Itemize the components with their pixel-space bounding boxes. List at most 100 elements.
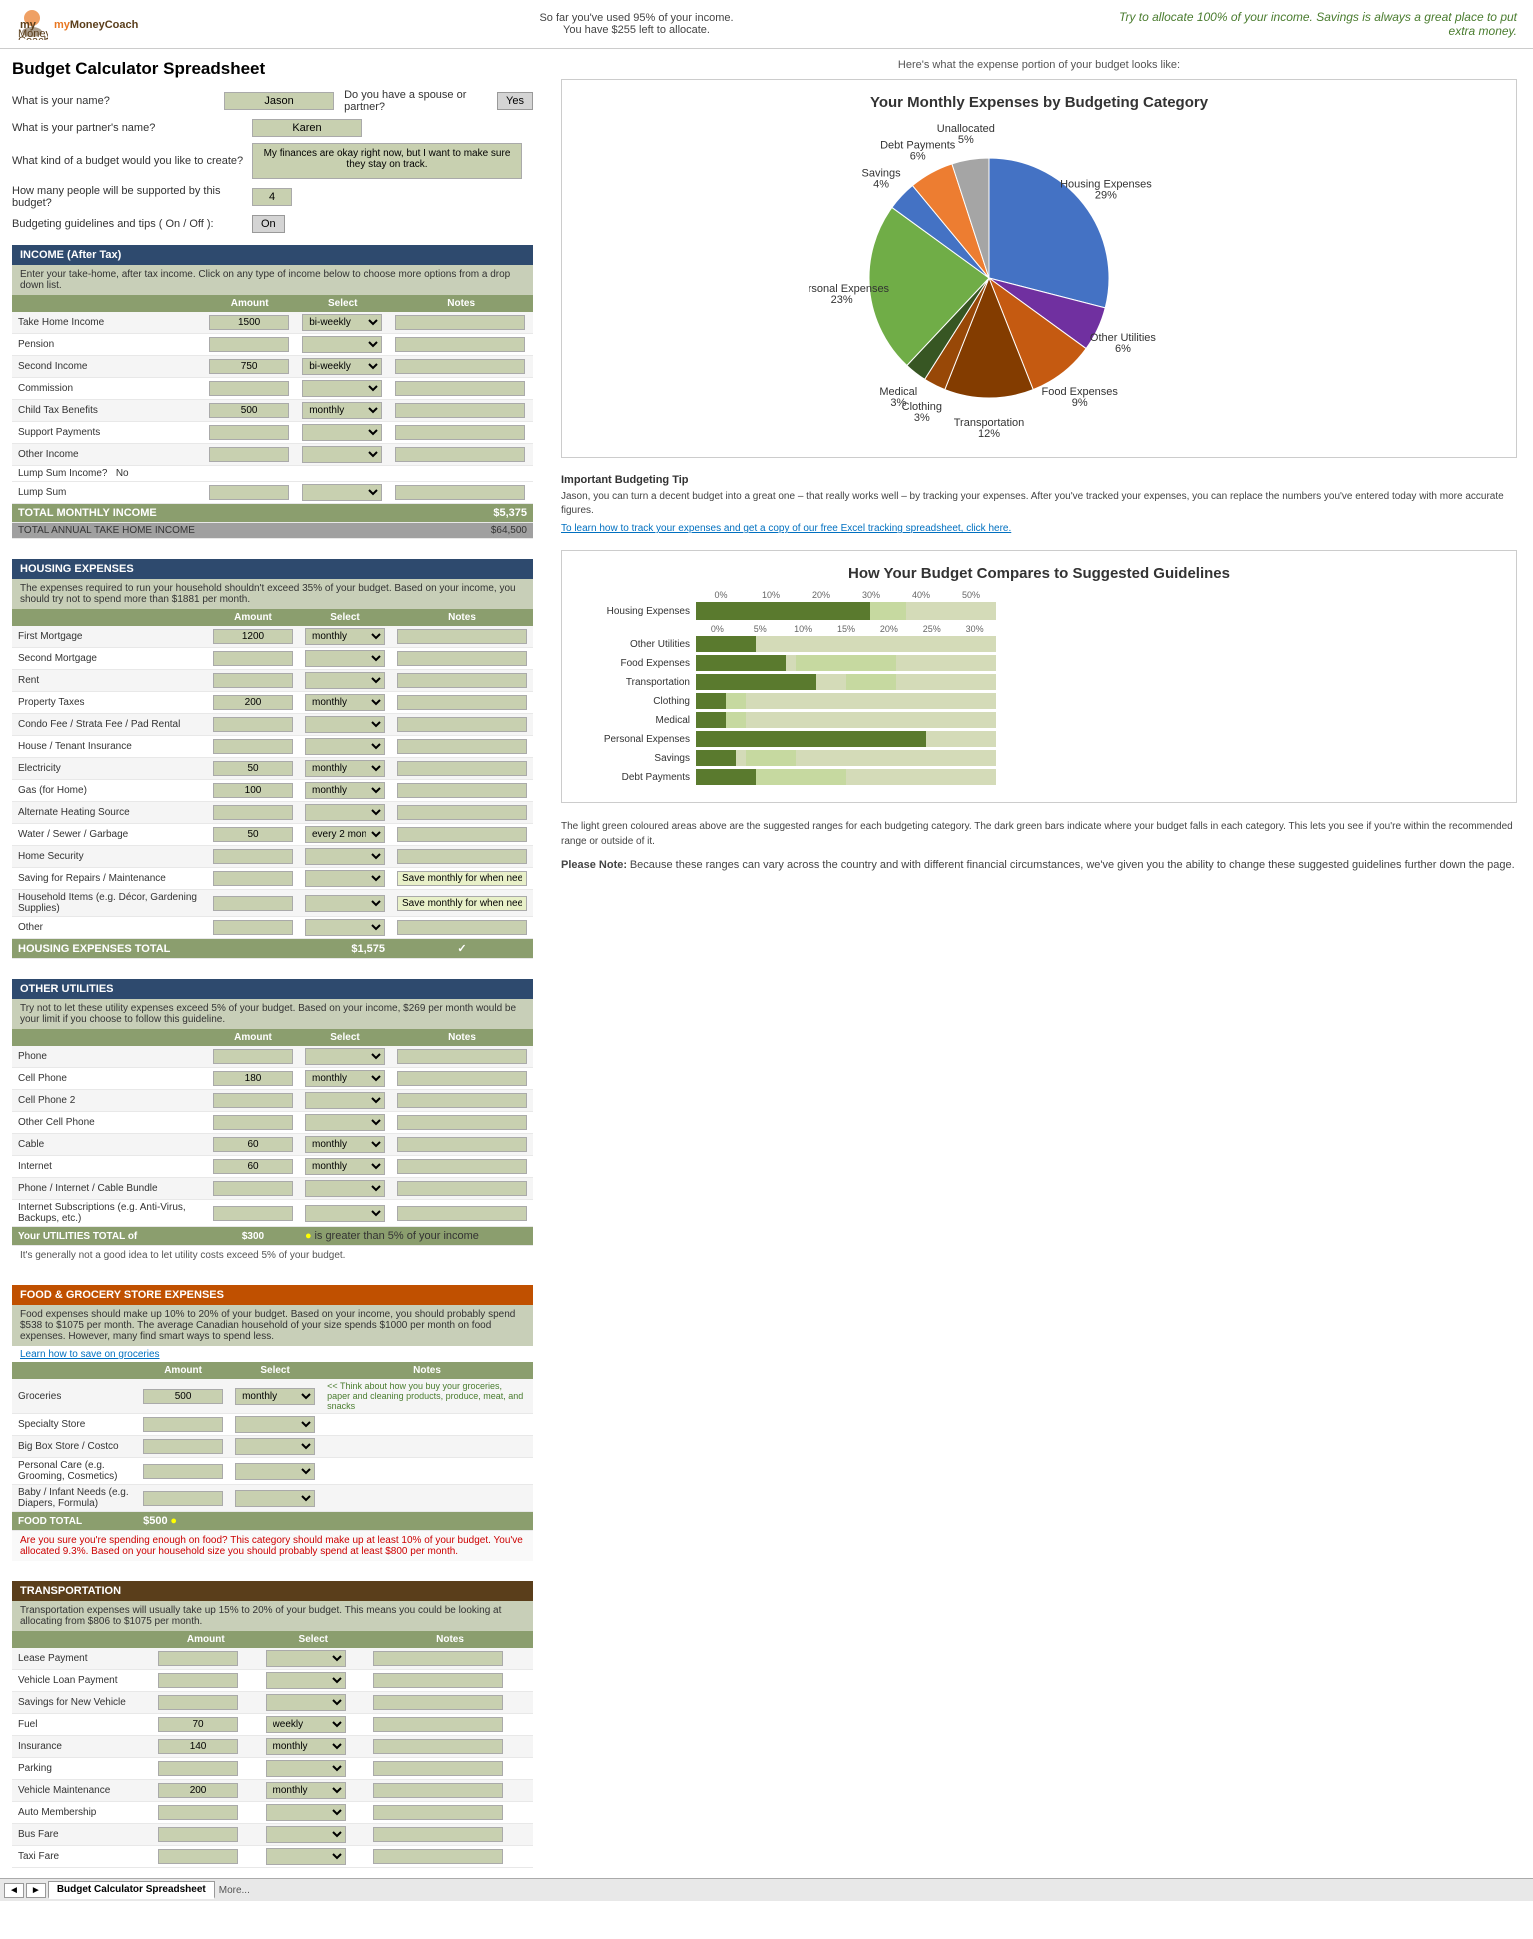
housing-note-input[interactable]: [397, 871, 527, 886]
income-note-input[interactable]: [395, 447, 525, 462]
housing-note-input[interactable]: [397, 783, 527, 798]
income-select[interactable]: [302, 336, 382, 353]
housing-select[interactable]: [305, 650, 385, 667]
income-amount-input[interactable]: [209, 425, 289, 440]
income-note-input[interactable]: [395, 425, 525, 440]
trans-note-input[interactable]: [373, 1805, 503, 1820]
guidelines-toggle[interactable]: On: [252, 215, 285, 233]
income-amount-input[interactable]: [209, 403, 289, 418]
util-note-input[interactable]: [397, 1159, 527, 1174]
trans-note-input[interactable]: [373, 1739, 503, 1754]
food-select[interactable]: monthly: [235, 1388, 315, 1405]
housing-note-input[interactable]: [397, 717, 527, 732]
housing-select[interactable]: monthly: [305, 694, 385, 711]
util-note-input[interactable]: [397, 1093, 527, 1108]
trans-select[interactable]: weekly: [266, 1716, 346, 1733]
trans-select[interactable]: [266, 1694, 346, 1711]
housing-note-input[interactable]: [397, 695, 527, 710]
trans-select[interactable]: monthly: [266, 1738, 346, 1755]
trans-amount-input[interactable]: [158, 1783, 238, 1798]
income-amount-input[interactable]: [209, 447, 289, 462]
trans-amount-input[interactable]: [158, 1805, 238, 1820]
lump-sum-select[interactable]: [302, 484, 382, 501]
income-select[interactable]: monthly: [302, 402, 382, 419]
trans-select[interactable]: [266, 1826, 346, 1843]
housing-amount-input[interactable]: [213, 739, 293, 754]
income-note-input[interactable]: [395, 337, 525, 352]
trans-amount-input[interactable]: [158, 1673, 238, 1688]
housing-amount-input[interactable]: [213, 896, 293, 911]
tab-active[interactable]: Budget Calculator Spreadsheet: [48, 1881, 215, 1899]
util-amount-input[interactable]: [213, 1071, 293, 1086]
yes-button[interactable]: Yes: [497, 92, 533, 110]
income-select[interactable]: [302, 380, 382, 397]
housing-select[interactable]: every 2 months: [305, 826, 385, 843]
lump-sum-note[interactable]: [395, 485, 525, 500]
housing-select[interactable]: [305, 672, 385, 689]
trans-amount-input[interactable]: [158, 1717, 238, 1732]
util-note-input[interactable]: [397, 1206, 527, 1221]
income-note-input[interactable]: [395, 381, 525, 396]
income-note-input[interactable]: [395, 359, 525, 374]
housing-amount-input[interactable]: [213, 920, 293, 935]
trans-note-input[interactable]: [373, 1849, 503, 1864]
util-select[interactable]: [305, 1205, 385, 1222]
util-amount-input[interactable]: [213, 1159, 293, 1174]
util-select[interactable]: monthly: [305, 1158, 385, 1175]
income-amount-input[interactable]: [209, 337, 289, 352]
trans-note-input[interactable]: [373, 1717, 503, 1732]
tab-more[interactable]: More...: [219, 1885, 250, 1896]
trans-amount-input[interactable]: [158, 1761, 238, 1776]
food-amount-input[interactable]: [143, 1439, 223, 1454]
util-select[interactable]: monthly: [305, 1070, 385, 1087]
food-select[interactable]: [235, 1490, 315, 1507]
housing-amount-input[interactable]: [213, 871, 293, 886]
food-link[interactable]: Learn how to save on groceries: [20, 1349, 160, 1360]
housing-select[interactable]: [305, 895, 385, 912]
housing-select[interactable]: [305, 804, 385, 821]
housing-select[interactable]: monthly: [305, 782, 385, 799]
name-input[interactable]: [224, 92, 334, 110]
util-select[interactable]: [305, 1092, 385, 1109]
income-select[interactable]: [302, 424, 382, 441]
util-select[interactable]: [305, 1114, 385, 1131]
income-amount-input[interactable]: [209, 315, 289, 330]
housing-select[interactable]: [305, 848, 385, 865]
trans-amount-input[interactable]: [158, 1695, 238, 1710]
housing-amount-input[interactable]: [213, 849, 293, 864]
trans-note-input[interactable]: [373, 1651, 503, 1666]
housing-amount-input[interactable]: [213, 695, 293, 710]
util-amount-input[interactable]: [213, 1137, 293, 1152]
housing-note-input[interactable]: [397, 739, 527, 754]
housing-note-input[interactable]: [397, 805, 527, 820]
housing-note-input[interactable]: [397, 849, 527, 864]
trans-select[interactable]: [266, 1848, 346, 1865]
trans-note-input[interactable]: [373, 1673, 503, 1688]
trans-amount-input[interactable]: [158, 1739, 238, 1754]
food-amount-input[interactable]: [143, 1417, 223, 1432]
income-amount-input[interactable]: [209, 381, 289, 396]
trans-amount-input[interactable]: [158, 1849, 238, 1864]
util-amount-input[interactable]: [213, 1181, 293, 1196]
util-amount-input[interactable]: [213, 1115, 293, 1130]
income-select[interactable]: bi-weekly: [302, 314, 382, 331]
housing-amount-input[interactable]: [213, 805, 293, 820]
housing-note-input[interactable]: [397, 673, 527, 688]
housing-amount-input[interactable]: [213, 651, 293, 666]
income-select[interactable]: [302, 446, 382, 463]
util-note-input[interactable]: [397, 1115, 527, 1130]
trans-note-input[interactable]: [373, 1827, 503, 1842]
housing-amount-input[interactable]: [213, 761, 293, 776]
budget-type-input[interactable]: My finances are okay right now, but I wa…: [252, 143, 522, 179]
trans-note-input[interactable]: [373, 1695, 503, 1710]
food-amount-input[interactable]: [143, 1491, 223, 1506]
housing-note-input[interactable]: [397, 629, 527, 644]
util-amount-input[interactable]: [213, 1049, 293, 1064]
trans-select[interactable]: [266, 1650, 346, 1667]
food-select[interactable]: [235, 1416, 315, 1433]
trans-note-input[interactable]: [373, 1783, 503, 1798]
food-select[interactable]: [235, 1438, 315, 1455]
tab-prev[interactable]: ◄: [4, 1883, 24, 1898]
housing-select[interactable]: [305, 919, 385, 936]
housing-amount-input[interactable]: [213, 673, 293, 688]
